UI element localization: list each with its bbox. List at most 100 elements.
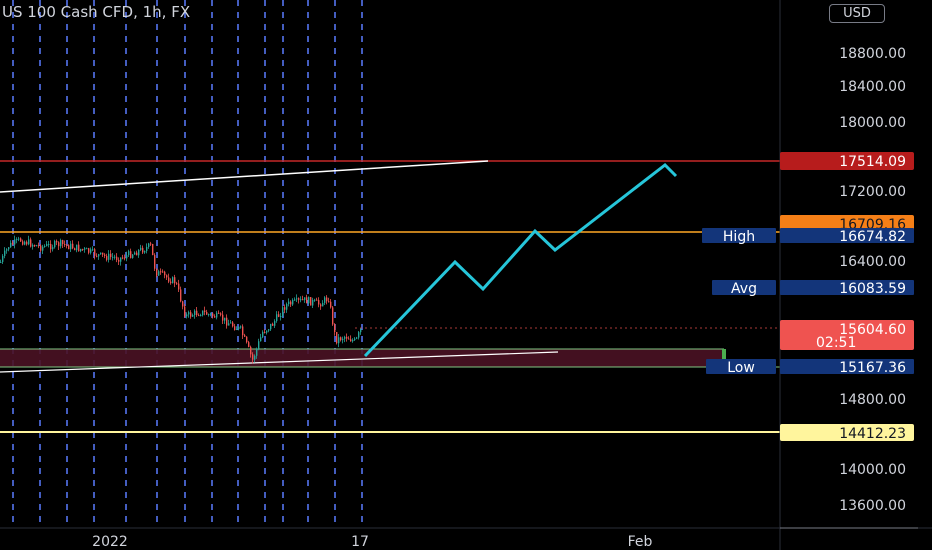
candle-body [276, 314, 278, 322]
candle-body [96, 255, 98, 257]
candle-body [156, 268, 158, 276]
candle-body [306, 297, 308, 304]
candle-body [212, 313, 214, 317]
candle-body [30, 239, 32, 247]
candle-body [342, 338, 344, 341]
candle-body [20, 238, 22, 242]
candle-body [236, 329, 238, 331]
symbol-title[interactable]: US 100 Cash CFD, 1h, FX [2, 3, 190, 21]
candle-body [52, 247, 54, 250]
vertical-dashed-lines [12, 0, 363, 528]
candle-body [194, 310, 196, 316]
price-tick: 13600.00 [839, 498, 906, 514]
candle-body [260, 337, 262, 342]
candle-body [0, 261, 2, 263]
candle-body [48, 243, 50, 245]
high-label-tag[interactable]: High [702, 228, 776, 245]
current-price-tag[interactable]: 15604.60 02:51 [780, 320, 914, 351]
candle-body [16, 238, 18, 240]
candle-body [358, 332, 360, 338]
candle-body [310, 297, 312, 306]
candle-body [18, 238, 20, 240]
candle-body [308, 297, 310, 304]
chart-canvas[interactable]: 18800.00 18400.00 18000.00 17200.00 1640… [0, 0, 932, 550]
candle-body [170, 281, 172, 284]
price-tick: 14800.00 [839, 392, 906, 408]
candle-body [4, 250, 6, 256]
candle-body [122, 257, 124, 259]
candle-body [322, 302, 324, 307]
candle-body [330, 301, 332, 308]
candle-body [38, 245, 40, 247]
bar-countdown: 02:51 [816, 335, 856, 351]
candle-body [254, 355, 256, 360]
candle-body [176, 283, 178, 285]
candle-body [160, 271, 162, 273]
upper-trendline[interactable] [0, 160, 489, 193]
candle-body [230, 322, 232, 324]
candle-body [318, 300, 320, 305]
candle-body [220, 313, 222, 315]
candle-body [118, 259, 120, 262]
low-label-tag[interactable]: Low [706, 359, 776, 376]
support-price-tag[interactable]: 14412.23 [780, 424, 914, 442]
candle-body [152, 244, 154, 256]
candle-body [80, 248, 82, 252]
candle-body [332, 307, 334, 325]
svg-text:17514.09: 17514.09 [839, 154, 906, 170]
candle-body [274, 321, 276, 326]
candle-body [210, 313, 212, 315]
candle-body [46, 243, 48, 247]
candle-body [258, 341, 260, 349]
candle-body [248, 342, 250, 347]
candle-body [216, 312, 218, 318]
price-tick: 16400.00 [839, 254, 906, 270]
candle-body [280, 316, 282, 318]
candle-body [232, 322, 234, 327]
candle-body [264, 331, 266, 333]
high-value-tag[interactable]: 16674.82 [780, 228, 914, 245]
candle-body [144, 251, 146, 253]
candle-body [206, 311, 208, 315]
low-value-tag[interactable]: 15167.36 [780, 359, 914, 376]
avg-label-tag[interactable]: Avg [712, 280, 776, 297]
candle-body [12, 242, 14, 245]
candle-body [66, 244, 68, 246]
candle-body [128, 251, 130, 256]
projection-path[interactable] [363, 163, 678, 358]
price-tick: 17200.00 [839, 184, 906, 200]
candle-body [238, 326, 240, 330]
candle-body [204, 310, 206, 312]
candle-body [70, 243, 72, 250]
candle-body [120, 257, 122, 262]
candle-body [60, 240, 62, 247]
candle-body [130, 251, 132, 258]
candle-body [2, 255, 4, 262]
candle-body [72, 243, 74, 249]
candle-body [266, 330, 268, 333]
price-tick: 18000.00 [839, 115, 906, 131]
price-tick: 18400.00 [839, 79, 906, 95]
candle-body [54, 241, 56, 248]
candle-body [8, 247, 10, 250]
candle-body [334, 324, 336, 332]
candle-body [138, 249, 140, 256]
avg-value-tag[interactable]: 16083.59 [780, 280, 914, 297]
candle-body [98, 254, 100, 257]
price-tick: 14000.00 [839, 462, 906, 478]
resistance-price-tag[interactable]: 17514.09 [780, 152, 914, 170]
demand-zone[interactable] [0, 349, 724, 367]
candle-body [228, 323, 230, 326]
candle-body [162, 271, 164, 273]
candle-body [132, 254, 134, 258]
candle-body [292, 299, 294, 305]
candle-body [192, 315, 194, 317]
candle-body [62, 240, 64, 245]
currency-button[interactable]: USD [829, 4, 885, 23]
candle-body [346, 336, 348, 339]
candle-body [356, 337, 358, 339]
candle-body [36, 245, 38, 247]
candle-body [42, 246, 44, 251]
candle-body [250, 346, 252, 355]
candle-body [290, 301, 292, 305]
